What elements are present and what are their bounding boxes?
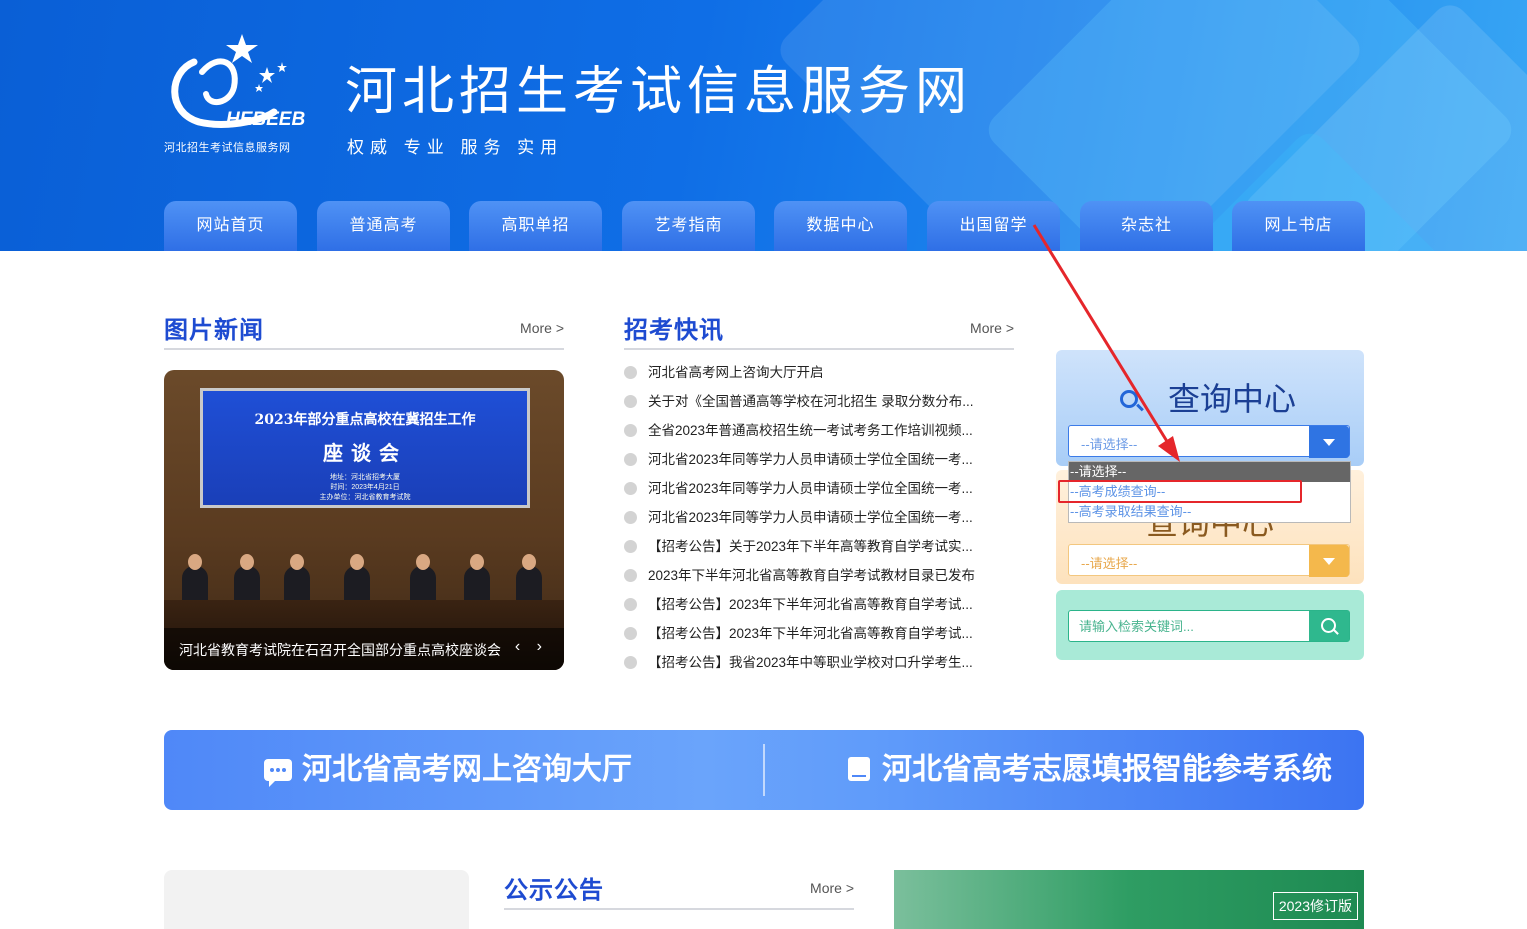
annotation-arrow-icon <box>1032 224 1180 462</box>
